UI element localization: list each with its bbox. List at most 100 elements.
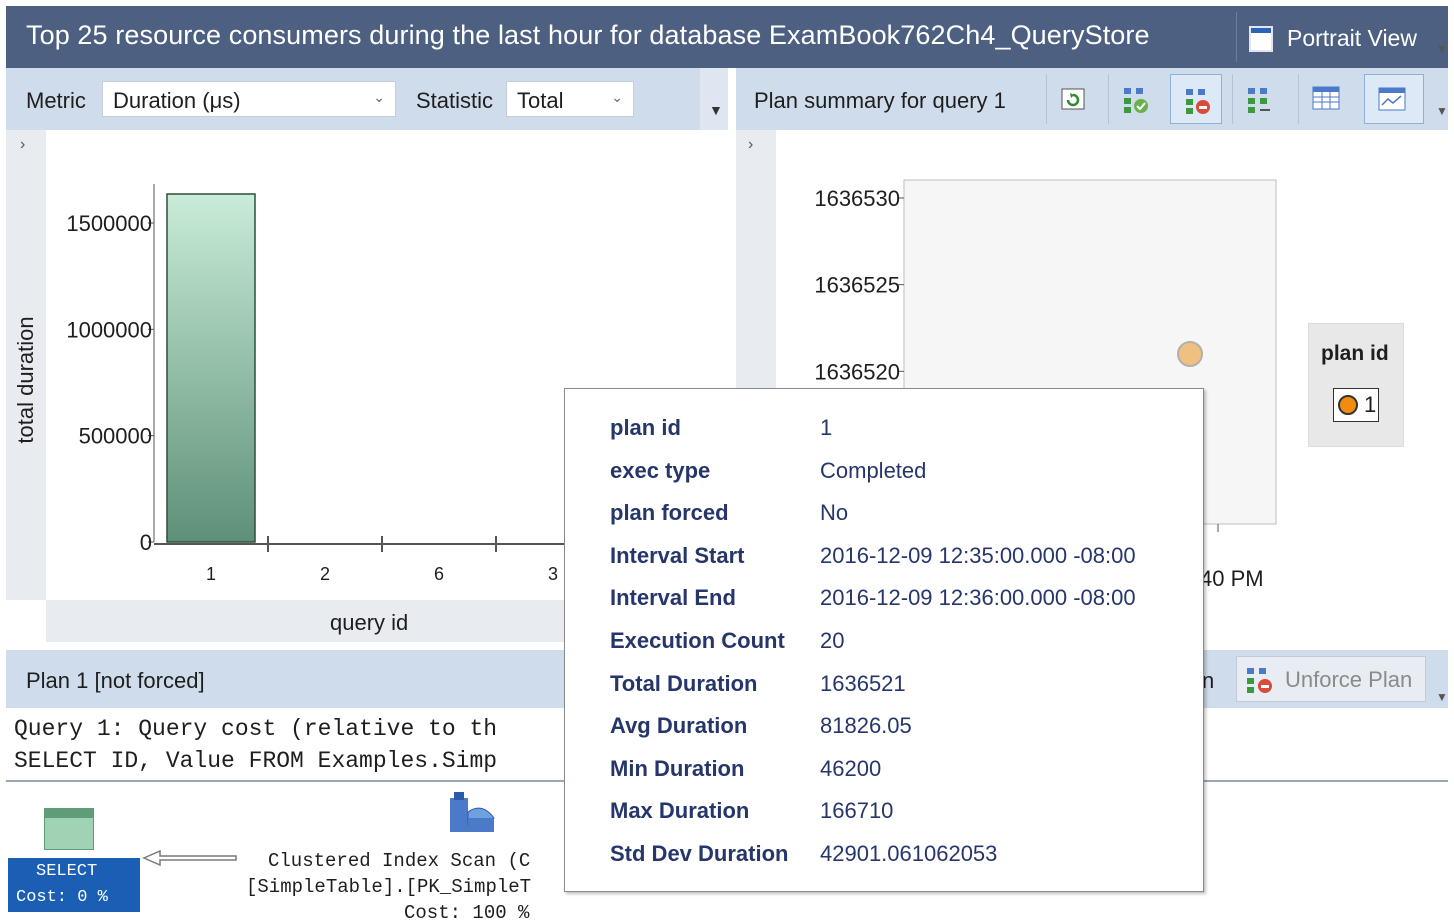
tooltip-value: 46200 [820,755,882,781]
chart-view-button[interactable] [1364,74,1424,124]
tooltip-key: Max Duration [610,798,750,824]
legend-marker [1338,395,1358,415]
metric-label: Metric [26,88,86,113]
tooltip-row: Min Duration 46200 [565,756,1205,798]
select-operator-cost: Cost: 0 % [16,888,108,907]
portrait-view-label: Portrait View [1287,25,1417,51]
compare-plans-icon [1248,88,1270,113]
tooltip-row: Avg Duration 81826.05 [565,713,1205,755]
query-sql-line: SELECT ID, Value FROM Examples.Simp [14,748,498,774]
tooltip-key: plan forced [610,500,729,526]
statistic-value: Total [517,88,564,113]
tooltip-key: Interval End [610,585,736,611]
x-tick-label: 1 [206,564,216,584]
window-title: Top 25 resource consumers during the las… [26,20,1150,50]
y-tick-label: 1000000 [66,317,152,342]
chevron-right-icon: › [20,136,26,153]
tooltip-key: Interval Start [610,542,745,568]
x-tick-label: 6 [434,564,444,584]
select-operator[interactable]: SELECT Cost: 0 % [8,858,140,912]
refresh-button[interactable] [1046,74,1098,124]
portrait-view-icon [1249,26,1273,52]
tooltip-row: Std Dev Duration 42901.061062053 [565,841,1205,883]
tooltip-key: Avg Duration [610,713,748,739]
tooltip-value: 2016-12-09 12:35:00.000 -08:00 [820,542,1136,568]
scan-operator-label: Clustered Index Scan (C [268,850,531,872]
chart-view-icon [1378,87,1406,111]
force-plan-icon [1124,88,1148,113]
x-tick-label: 3 [548,564,558,584]
metric-value: Duration (μs) [113,88,241,113]
right-toolbar: Plan summary for query 1 [736,68,1448,130]
plan-summary-title: Plan summary for query 1 [754,88,1006,113]
plan-point-1 [1177,341,1203,367]
x-tick-label: 2 [320,564,330,584]
metric-dropdown[interactable]: Duration (μs) ⌄ [102,81,396,117]
unforce-plan-label: Unforce Plan [1285,667,1413,692]
tooltip-row: Interval Start 2016-12-09 12:35:00.000 -0… [565,543,1205,585]
chevron-right-icon: › [748,136,754,153]
title-bar: Top 25 resource consumers during the las… [6,6,1448,68]
tooltip-key: Execution Count [610,628,785,653]
force-plan-button[interactable] [1108,74,1160,124]
refresh-icon [1061,88,1085,110]
plan-label: Plan 1 [not forced] [26,668,205,693]
select-operator-label: SELECT [36,862,98,881]
right-toolbar-overflow-icon[interactable]: ▼ [1436,104,1448,118]
chart-legend: plan id 1 [1308,323,1404,447]
y-tick-label: 1636530 [814,186,900,211]
tooltip-key: exec type [610,457,711,483]
tooltip-value: 166710 [820,798,894,824]
tooltip-value: 1636521 [820,670,906,696]
compare-plans-button[interactable] [1232,74,1284,124]
statistic-dropdown[interactable]: Total ⌄ [506,81,634,117]
tooltip-key: plan id [610,415,681,440]
scan-operator-cost: Cost: 100 % [404,902,530,921]
y-tick-label: 0 [140,530,152,555]
tooltip-value: No [820,500,849,526]
tooltip-value: 81826.05 [820,713,912,739]
select-operator-icon[interactable] [44,808,94,850]
y-tick-label: 1500000 [66,211,152,236]
toolbar-overflow-button[interactable]: ▼ [700,68,728,130]
tooltip-row: Total Duration 1636521 [565,671,1205,713]
tooltip-value: 1 [820,415,833,440]
y-tick-label: 1636520 [814,359,900,384]
y-tick-label: 500000 [79,424,152,449]
y-axis-label: total duration [13,316,38,444]
tooltip-row: exec type Completed [565,458,1205,500]
legend-title: plan id [1321,342,1389,365]
grid-view-button[interactable] [1298,74,1350,124]
tooltip-value: 42901.061062053 [820,841,998,866]
clustered-index-scan-icon[interactable] [446,790,502,840]
tooltip-key: Total Duration [610,670,758,696]
tooltip-value: Completed [820,457,927,483]
tooltip-row: Execution Count 20 [565,628,1205,670]
chevron-down-icon: ⌄ [611,89,623,105]
x-axis-time-label: 40 PM [1200,566,1264,591]
bar-query-1 [166,193,256,543]
unforce-plan-icon [1186,89,1210,114]
grid-view-icon [1312,86,1340,110]
plan-bar-overflow-icon[interactable]: ▼ [1436,690,1448,704]
left-toolbar: Metric Duration (μs) ⌄ Statistic Total ⌄… [6,68,728,130]
title-overflow-icon[interactable]: ▼ [1436,42,1448,56]
tooltip-row: Max Duration 166710 [565,798,1205,840]
unforce-plan-icon [1247,668,1272,693]
x-axis-label: query id [330,610,409,635]
plan-arrow-icon [142,849,237,867]
tooltip-row: plan id 1 [565,415,1205,457]
overflow-icon: ▼ [709,102,723,118]
legend-value: 1 [1364,392,1377,417]
tooltip-row: plan forced No [565,500,1205,542]
scan-operator-object: [SimpleTable].[PK_SimpleT [246,876,532,898]
unforce-plan-button[interactable]: Unforce Plan [1236,656,1426,702]
tooltip-key: Min Duration [610,755,745,781]
legend-item[interactable]: 1 [1333,388,1379,422]
portrait-view-button[interactable]: Portrait View [1236,12,1436,62]
tooltip-key: Std Dev Duration [610,841,789,866]
statistic-label: Statistic [416,88,494,113]
y-tick-label: 1636525 [814,273,900,298]
unforce-plan-toolbar-button[interactable] [1170,74,1222,124]
tooltip-value: 20 [820,628,845,653]
